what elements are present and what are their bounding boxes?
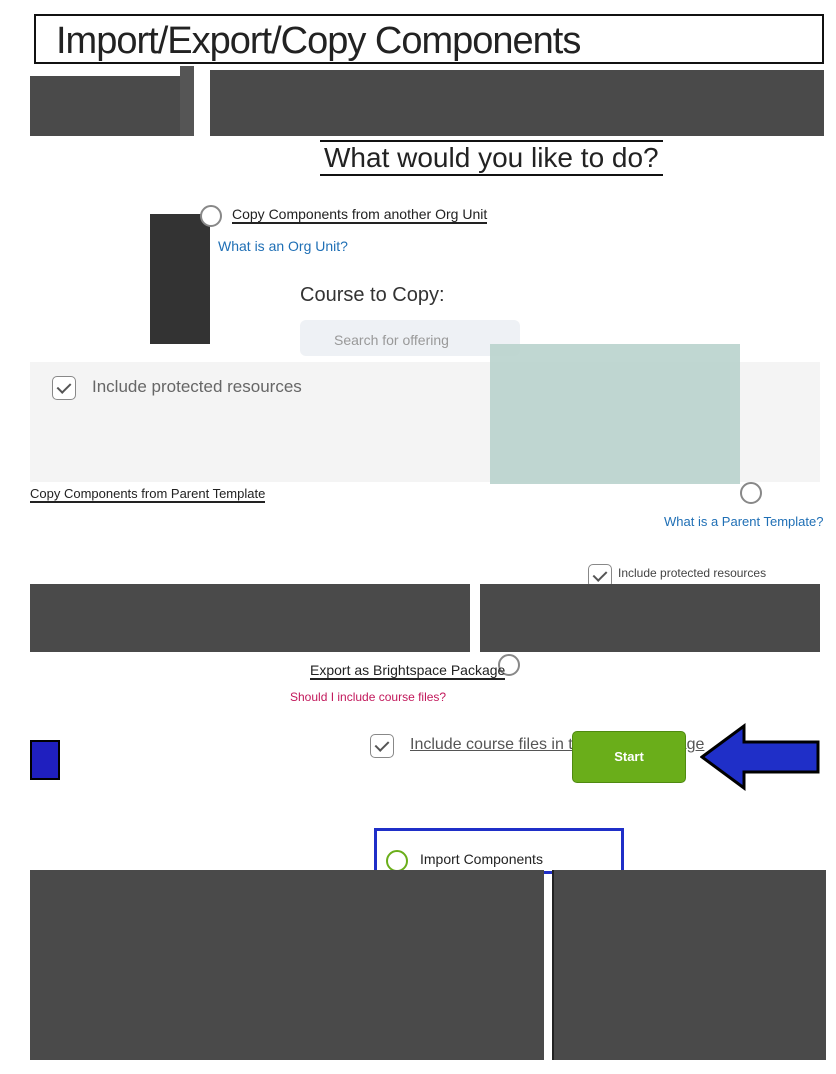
question-heading: What would you like to do? xyxy=(320,140,663,176)
option-parent-template-label: Copy Components from Parent Template xyxy=(30,486,266,503)
dark-band-mid-right xyxy=(480,584,820,652)
course-to-copy-label: Course to Copy: xyxy=(300,284,445,306)
search-offering-input[interactable]: Search for offering xyxy=(300,320,520,356)
help-link-org-unit[interactable]: What is an Org Unit? xyxy=(218,238,348,254)
help-link-course-files[interactable]: Should I include course files? xyxy=(290,690,446,704)
include-protected-label: Include protected resources xyxy=(92,377,302,396)
start-button[interactable]: Start xyxy=(572,731,686,783)
dark-band-top-divider xyxy=(180,66,194,136)
option-export-label: Export as Brightspace Package xyxy=(310,662,506,680)
option-copy-org-unit-label: Copy Components from another Org Unit xyxy=(232,206,488,224)
include-protected-checkbox[interactable] xyxy=(52,376,76,400)
blue-marker xyxy=(30,740,60,780)
radio-import-components[interactable] xyxy=(386,850,408,872)
include-course-files-checkbox[interactable] xyxy=(370,734,394,758)
option-import-label: Import Components xyxy=(420,851,543,867)
parent-include-protected-label: Include protected resources xyxy=(618,566,767,580)
dark-band-mid-left xyxy=(30,584,470,652)
page-title: Import/Export/Copy Components xyxy=(34,14,824,64)
help-link-parent-template[interactable]: What is a Parent Template? xyxy=(664,514,823,529)
arrow-left-icon xyxy=(700,723,820,791)
dark-band-top xyxy=(30,76,180,136)
radio-copy-org-unit[interactable] xyxy=(200,205,222,227)
dark-left-column xyxy=(150,214,210,344)
dark-band-top-right xyxy=(210,70,824,136)
footer-left xyxy=(30,870,544,1060)
footer-right xyxy=(552,870,826,1060)
teal-overlay xyxy=(490,344,740,484)
radio-parent-template[interactable] xyxy=(740,482,762,504)
